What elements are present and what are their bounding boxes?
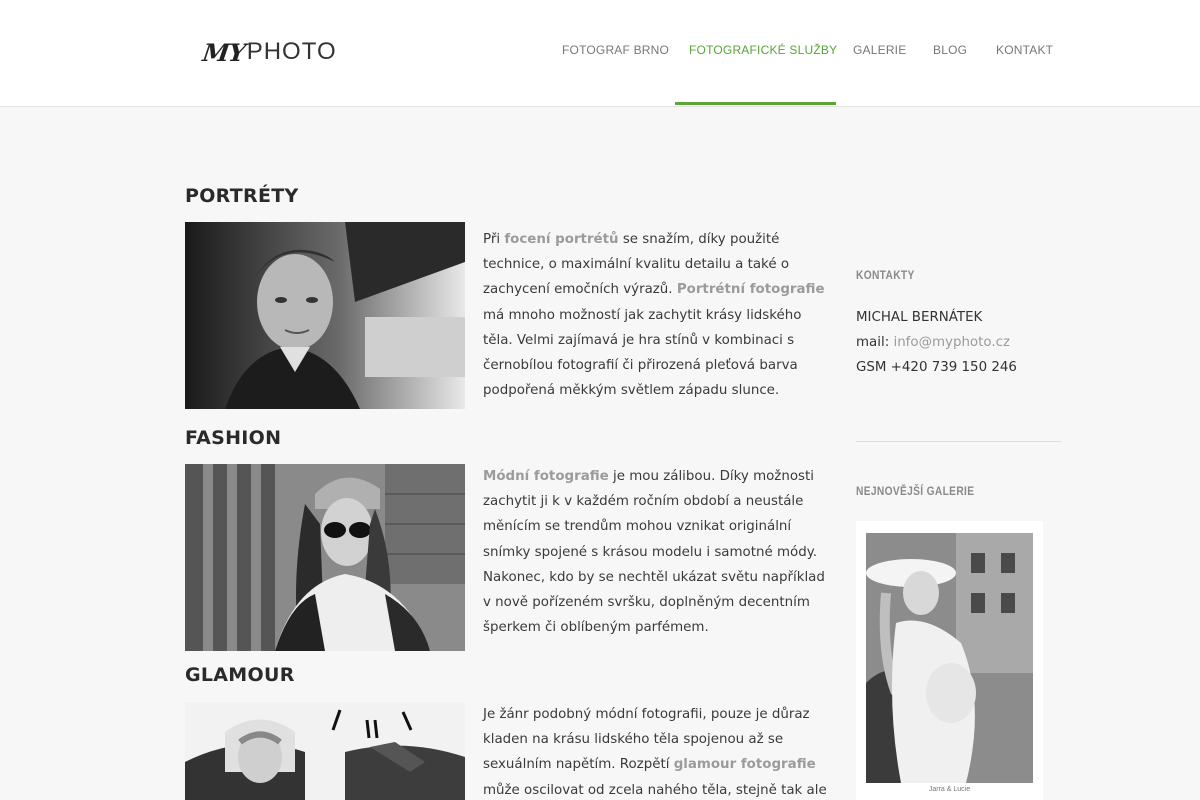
link-glamour-fotografie[interactable]: glamour fotografie xyxy=(674,757,816,772)
gallery-caption: Jarra & Lucie xyxy=(928,786,971,793)
section-text-glamour: Je žánr podobný módní fotografii, pouze … xyxy=(483,702,828,800)
link-portretni-fotografie[interactable]: Portrétní fotografie xyxy=(677,282,825,297)
sidebar-gallery-heading: NEJNOVĚJŠÍ GALERIE xyxy=(856,484,975,498)
portrait-photo[interactable] xyxy=(185,222,465,409)
link-modni-fotografie[interactable]: Módní fotografie xyxy=(483,469,609,484)
section-title-glamour: GLAMOUR xyxy=(185,664,295,686)
nav-kontakt[interactable]: KONTAKT xyxy=(996,43,1053,57)
logo-my-text: MY xyxy=(200,37,247,67)
section-title-portrety: PORTRÉTY xyxy=(185,185,299,207)
active-nav-underline xyxy=(675,102,836,105)
nav-blog[interactable]: BLOG xyxy=(933,43,967,57)
sidebar-divider xyxy=(856,441,1061,442)
contact-mail: mail: info@myphoto.cz xyxy=(856,335,1010,350)
link-foceni-portretu[interactable]: focení portrétů xyxy=(504,232,618,247)
nav-fotograf-brno[interactable]: FOTOGRAF BRNO xyxy=(562,43,669,57)
text-span: může oscilovat od zcela nahého těla, ste… xyxy=(483,782,827,798)
contact-name: MICHAL BERNÁTEK xyxy=(856,310,983,325)
section-text-fashion: Módní fotografie je mou zálibou. Díky mo… xyxy=(483,464,828,640)
site-header: MY PHOTO FOTOGRAF BRNO FOTOGRAFICKÉ SLUŽ… xyxy=(0,0,1200,107)
section-text-portrety: Při focení portrétů se snažím, díky použ… xyxy=(483,227,828,403)
mail-label: mail: xyxy=(856,335,894,350)
text-span: má mnoho možností jak zachytit krásy lid… xyxy=(483,307,802,399)
mail-link[interactable]: info@myphoto.cz xyxy=(893,335,1010,350)
nav-galerie[interactable]: GALERIE xyxy=(853,43,906,57)
gallery-thumbnail xyxy=(866,533,1033,783)
sidebar-contacts-heading: KONTAKTY xyxy=(856,268,915,282)
fashion-photo[interactable] xyxy=(185,464,465,651)
nav-fotograficke-sluzby[interactable]: FOTOGRAFICKÉ SLUŽBY xyxy=(689,43,837,57)
contact-gsm: GSM +420 739 150 246 xyxy=(856,360,1017,375)
latest-gallery-card[interactable]: Jarra & Lucie xyxy=(856,521,1043,800)
site-logo[interactable]: MY PHOTO xyxy=(200,36,337,68)
glamour-photo[interactable] xyxy=(185,702,465,800)
text-span: je mou zálibou. Díky možnosti zachytit j… xyxy=(483,469,825,636)
text-span: Při xyxy=(483,232,505,247)
section-title-fashion: FASHION xyxy=(185,427,282,449)
logo-photo-text: PHOTO xyxy=(246,38,337,65)
